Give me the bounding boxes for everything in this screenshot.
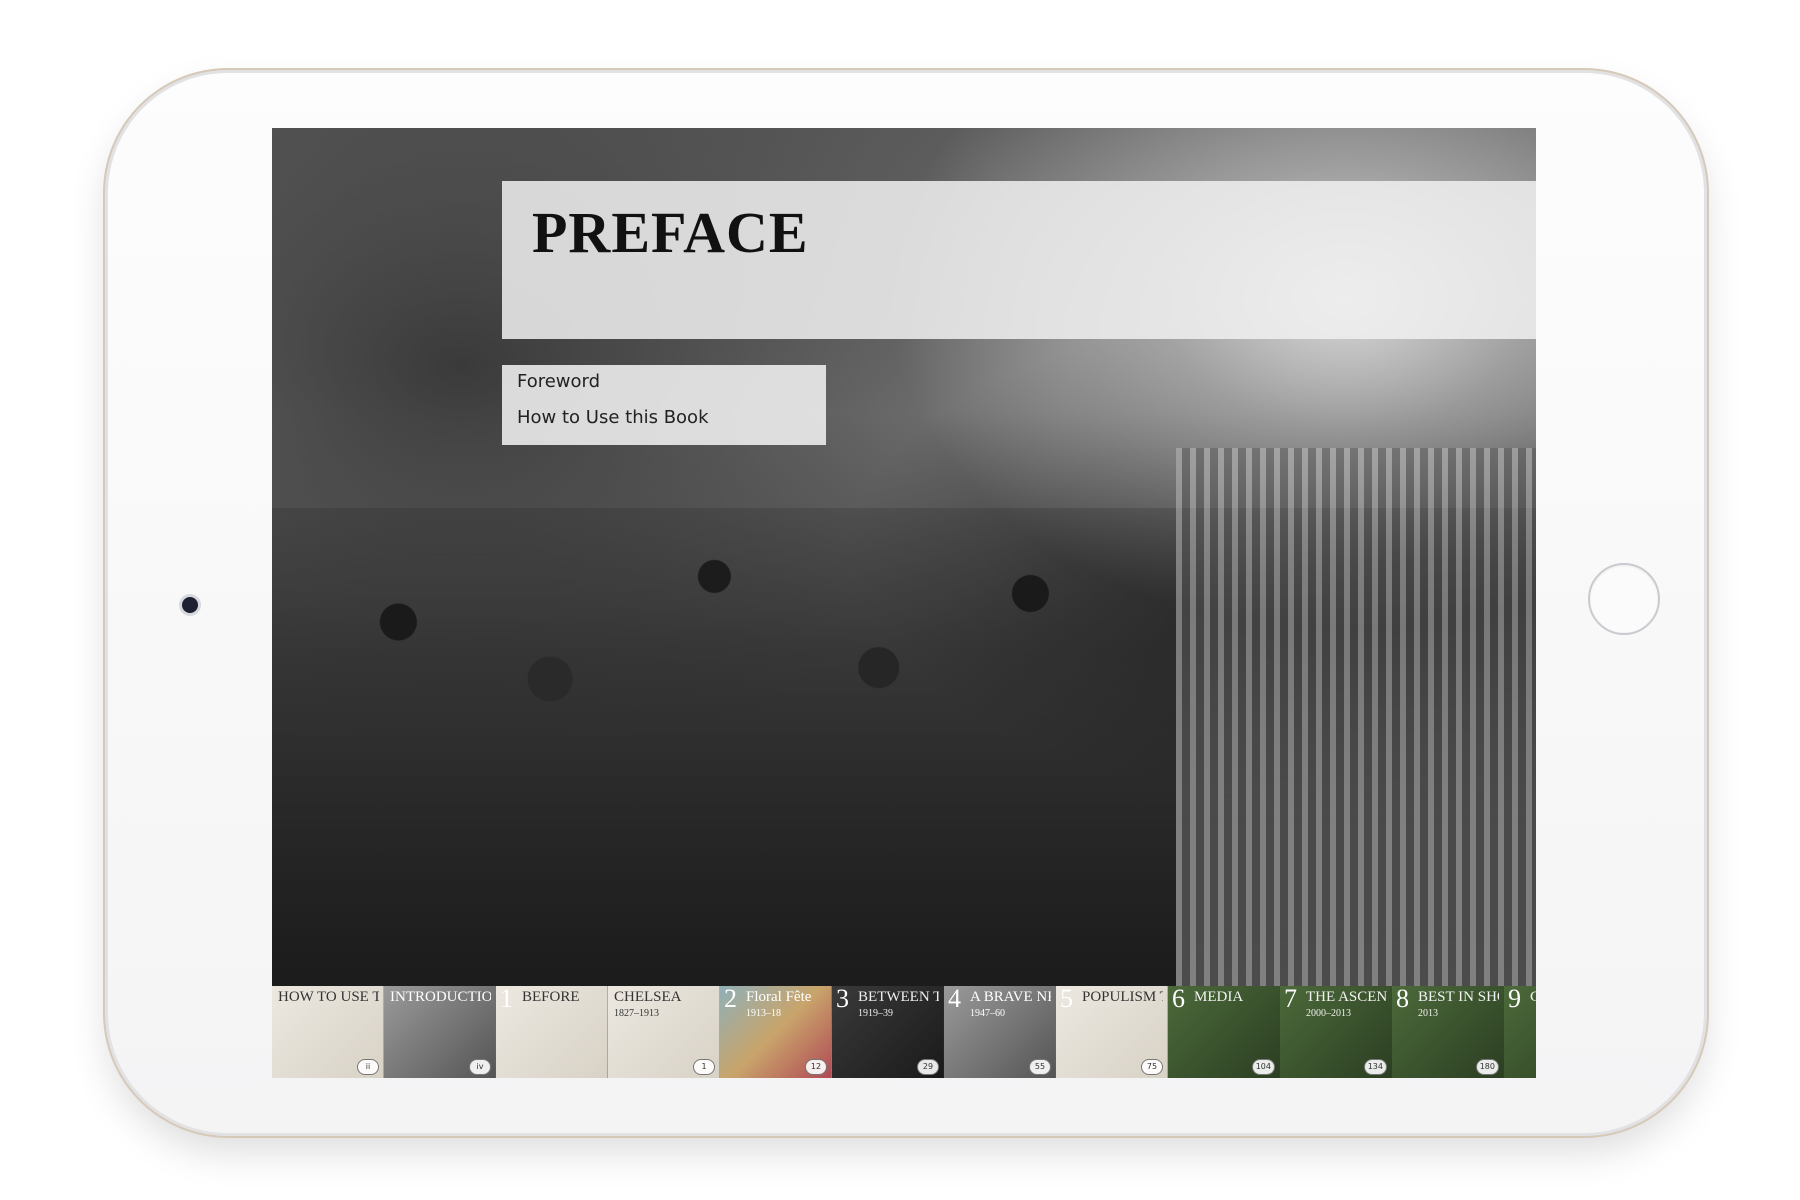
thumbnail-title: THE ASCENDANCY OF STYLE: [1306, 990, 1387, 1005]
thumbnail-page[interactable]: 2 Floral Fête 1913–18 12: [720, 986, 832, 1078]
thumbnail-page-number: 12: [805, 1059, 827, 1075]
thumbnail-title: Floral Fête: [746, 990, 812, 1005]
thumbnail-subtitle: 2000–2013: [1306, 1008, 1351, 1019]
thumbnail-page[interactable]: 4 A BRAVE NEW WORLD 1947–60 55: [944, 986, 1056, 1078]
thumbnail-page[interactable]: 6 MEDIA 104: [1168, 986, 1280, 1078]
camera-icon: [182, 597, 198, 613]
thumbnail-chapter-number: 6: [1172, 986, 1185, 1013]
thumbnail-page[interactable]: 7 THE ASCENDANCY OF STYLE 2000–2013 134: [1280, 986, 1392, 1078]
thumbnail-page[interactable]: 1 BEFORE: [496, 986, 608, 1078]
thumbnail-page-number: 29: [917, 1059, 939, 1075]
thumbnail-title: INTRODUCTION: [390, 990, 491, 1005]
thumbnail-page-number: 75: [1141, 1059, 1163, 1075]
thumbnail-page[interactable]: INTRODUCTION iv: [384, 986, 496, 1078]
thumbnail-page-number: 134: [1363, 1059, 1387, 1075]
thumbnail-title: MEDIA: [1194, 990, 1244, 1005]
thumbnail-page[interactable]: 8 BEST IN SHOW 2013 180: [1392, 986, 1504, 1078]
thumbnail-chapter-number: 4: [948, 986, 961, 1013]
menu-item-foreword[interactable]: Foreword: [517, 371, 600, 392]
thumbnail-page[interactable]: 3 BETWEEN THE WARS 1919–39 29: [832, 986, 944, 1078]
thumbnail-page[interactable]: CHELSEA 1827–1913 1: [608, 986, 720, 1078]
thumbnail-page-number: 180: [1475, 1059, 1499, 1075]
thumbnail-page-number: 1: [693, 1059, 715, 1075]
page-thumbnail-strip[interactable]: HOW TO USE THIS BOOK ii INTRODUCTION iv 1 BEF…: [272, 986, 1536, 1078]
thumbnail-chapter-number: 3: [836, 986, 849, 1013]
flower-border-photo-region: [1176, 448, 1536, 1008]
thumbnail-subtitle: 1947–60: [970, 1008, 1005, 1019]
thumbnail-subtitle: 1913–18: [746, 1008, 781, 1019]
thumbnail-page-number: 55: [1029, 1059, 1051, 1075]
thumbnail-page-number: iv: [469, 1059, 491, 1075]
thumbnail-subtitle: 2013: [1418, 1008, 1438, 1019]
thumbnail-title: CHELSEA: [614, 990, 682, 1005]
book-page-screen: PREFACE Foreword How to Use this Book HO…: [272, 128, 1536, 1078]
thumbnail-chapter-number: 2: [724, 986, 737, 1013]
page-title: PREFACE: [532, 200, 809, 265]
thumbnail-subtitle: 1827–1913: [614, 1008, 659, 1019]
thumbnail-title: A BRAVE NEW WORLD: [970, 990, 1051, 1005]
thumbnail-chapter-number: 5: [1060, 986, 1073, 1013]
thumbnail-title: BEST IN SHOW: [1418, 990, 1499, 1005]
thumbnail-page-number: 104: [1251, 1059, 1275, 1075]
thumbnail-page[interactable]: 9 CH: [1504, 986, 1536, 1078]
title-panel: PREFACE: [502, 181, 1536, 339]
thumbnail-title: BETWEEN THE WARS: [858, 990, 939, 1005]
thumbnail-chapter-number: 8: [1396, 986, 1409, 1013]
thumbnail-title: CH: [1530, 990, 1536, 1005]
home-button[interactable]: [1588, 563, 1660, 635]
thumbnail-page-number: ii: [357, 1059, 379, 1075]
thumbnail-title: BEFORE: [522, 990, 580, 1005]
section-menu: Foreword How to Use this Book: [502, 365, 826, 445]
thumbnail-page[interactable]: 5 POPULISM THE 1960s & 1970s 75: [1056, 986, 1168, 1078]
thumbnail-title: POPULISM THE 1960s & 1970s: [1082, 990, 1163, 1005]
thumbnail-title: HOW TO USE THIS BOOK: [278, 990, 379, 1005]
thumbnail-chapter-number: 1: [500, 986, 513, 1013]
thumbnail-chapter-number: 9: [1508, 986, 1521, 1013]
thumbnail-page[interactable]: HOW TO USE THIS BOOK ii: [272, 986, 384, 1078]
thumbnail-subtitle: 1919–39: [858, 1008, 893, 1019]
thumbnail-chapter-number: 7: [1284, 986, 1297, 1013]
menu-item-how-to-use[interactable]: How to Use this Book: [517, 407, 709, 428]
